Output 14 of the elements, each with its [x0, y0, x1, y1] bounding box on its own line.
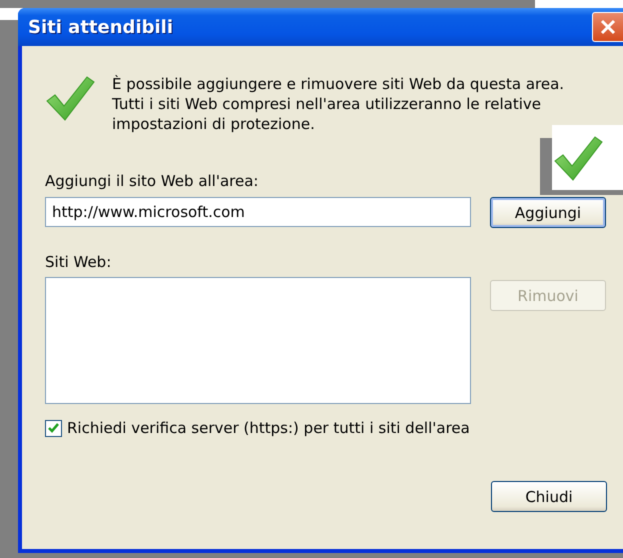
close-button[interactable]	[592, 12, 623, 42]
close-icon	[599, 18, 617, 36]
background-checkmark-icon	[553, 134, 603, 182]
add-site-label: Aggiungi il sito Web all'area:	[45, 172, 258, 190]
url-field[interactable]: http://www.microsoft.com	[45, 197, 471, 227]
add-button[interactable]: Aggiungi	[490, 197, 606, 228]
sites-list[interactable]	[45, 277, 471, 404]
intro-text: È possibile aggiungere e rimuovere siti Web da questa area. Tutti i siti Web compresi nell'area utilizzeranno le relative impostazioni di protezione.	[112, 74, 566, 134]
https-checkbox[interactable]	[45, 420, 62, 436]
checkmark-icon	[45, 74, 95, 122]
window-title: Siti attendibili	[28, 16, 174, 38]
close-dialog-button[interactable]: Chiudi	[491, 481, 607, 512]
sites-label: Siti Web:	[45, 253, 112, 271]
https-checkbox-label: Richiedi verifica server (https:) per tutti i siti dell'area	[67, 419, 470, 437]
